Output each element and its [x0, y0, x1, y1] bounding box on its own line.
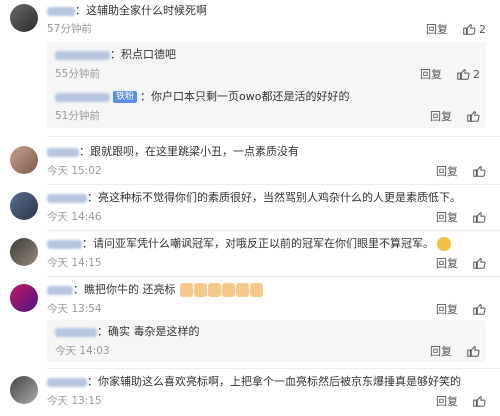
like-button[interactable]: [472, 210, 486, 224]
like-count: 2: [473, 67, 480, 81]
comment-time: 57分钟前: [47, 23, 92, 35]
like-count: 2: [479, 22, 486, 36]
reply-text: ：确实 毒杂是这样的: [97, 325, 200, 338]
comment-time: 今天 15:02: [47, 165, 102, 177]
avatar[interactable]: [10, 4, 38, 32]
thumbs-up-icon: [467, 346, 480, 357]
comment-time: 今天 13:54: [47, 303, 102, 315]
comment-time: 今天 14:15: [47, 257, 102, 269]
comment-text: ：跟就跟呗，在这里跳梁小丑，一点素质没有: [79, 145, 299, 158]
thumbs-up-icon: [467, 111, 480, 122]
divider: [47, 276, 500, 277]
reply-text: ：你户口本只剩一页owo都还是活的好好的: [140, 90, 350, 103]
username[interactable]: [55, 92, 110, 102]
thumbs-down-emoji-icon: [194, 283, 207, 297]
username[interactable]: [55, 50, 110, 60]
thumbs-up-icon: [473, 212, 486, 223]
avatar[interactable]: [10, 376, 38, 404]
comment-text: ：亮这种标不觉得你们的素质很好，当然骂别人鸡杂什么的人更是素质低下。: [87, 191, 461, 204]
comment-time: 今天 14:46: [47, 211, 102, 223]
comment-time: 今天 13:15: [47, 395, 102, 407]
reply-text: ：积点口德吧: [110, 48, 176, 61]
username[interactable]: [47, 377, 87, 387]
thumbs-down-emoji-icon: [208, 283, 221, 297]
comment-item: ：你家辅助这么喜欢亮标啊，上把拿个一血亮标然后被京东爆捶真是够好笑的 今天 13…: [0, 370, 500, 416]
comment-text: ：你家辅助这么喜欢亮标啊，上把拿个一血亮标然后被京东爆捶真是够好笑的: [87, 375, 461, 388]
thumbs-up-icon: [463, 24, 476, 35]
like-button[interactable]: [472, 302, 486, 316]
like-button[interactable]: [472, 256, 486, 270]
reply-button[interactable]: 回复: [430, 108, 452, 124]
reply-time: 55分钟前: [55, 68, 100, 80]
avatar[interactable]: [10, 238, 38, 266]
thumbs-down-emoji-icon: [250, 283, 263, 297]
thumbs-up-icon: [457, 69, 470, 80]
username[interactable]: [55, 327, 97, 337]
fan-badge: 铁粉: [113, 91, 138, 103]
reply-thread: ：积点口德吧 55分钟前 回复 2 铁粉 ：你户口本只剩一页owo都还是活的好好的…: [47, 42, 486, 128]
reply-button[interactable]: 回复: [420, 66, 442, 82]
reply-time: 51分钟前: [55, 110, 100, 122]
thumbs-down-emoji-icon: [222, 283, 235, 297]
like-button[interactable]: 2: [456, 67, 480, 81]
comment-text: ：这辅助全家什么时候死啊: [75, 4, 207, 17]
divider: [47, 230, 500, 231]
thumbs-up-icon: [473, 304, 486, 315]
divider: [47, 184, 500, 185]
reply-button[interactable]: 回复: [436, 255, 458, 271]
reply-button[interactable]: 回复: [436, 209, 458, 225]
reply-thread: ：确实 毒杂是这样的 今天 14:03 回复: [47, 320, 486, 362]
avatar[interactable]: [10, 146, 38, 174]
comment-text: ：请问亚军凭什么嘲讽冠军，对哦反正以前的冠军在你们眼里不算冠军。: [82, 237, 434, 250]
username[interactable]: [47, 239, 82, 249]
thumbs-up-icon: [473, 396, 486, 407]
like-button[interactable]: [472, 394, 486, 408]
username[interactable]: [47, 147, 79, 157]
grinning-emoji-icon: [437, 237, 451, 251]
avatar[interactable]: [10, 284, 38, 312]
like-button[interactable]: [466, 344, 480, 358]
comment-text: ：瞧把你牛的 还亮标: [73, 283, 176, 296]
thumbs-down-emoji-icon: [236, 283, 249, 297]
reply-time: 今天 14:03: [55, 345, 110, 357]
username[interactable]: [47, 193, 87, 203]
comment-item: ：跟就跟呗，在这里跳梁小丑，一点素质没有 今天 15:02 回复: [0, 140, 500, 184]
reply-button[interactable]: 回复: [430, 343, 452, 359]
like-button[interactable]: [466, 109, 480, 123]
username[interactable]: [47, 285, 73, 295]
comment-item: ：瞧把你牛的 还亮标 今天 13:54 回复: [0, 278, 500, 318]
reply-button[interactable]: 回复: [426, 21, 448, 37]
thumbs-up-icon: [473, 166, 486, 177]
like-button[interactable]: [472, 164, 486, 178]
comment-item: ：这辅助全家什么时候死啊 57分钟前 回复 2: [0, 0, 500, 40]
divider: [47, 368, 500, 369]
reply-button[interactable]: 回复: [436, 301, 458, 317]
avatar[interactable]: [10, 192, 38, 220]
like-button[interactable]: 2: [462, 22, 486, 36]
thumbs-down-emoji-icon: [180, 283, 193, 297]
username[interactable]: [47, 6, 75, 16]
comment-item: ：请问亚军凭什么嘲讽冠军，对哦反正以前的冠军在你们眼里不算冠军。 今天 14:1…: [0, 232, 500, 276]
divider: [47, 136, 500, 137]
reply-button[interactable]: 回复: [436, 163, 458, 179]
comment-item: ：亮这种标不觉得你们的素质很好，当然骂别人鸡杂什么的人更是素质低下。 今天 14…: [0, 186, 500, 230]
reply-button[interactable]: 回复: [436, 393, 458, 409]
thumbs-up-icon: [473, 258, 486, 269]
